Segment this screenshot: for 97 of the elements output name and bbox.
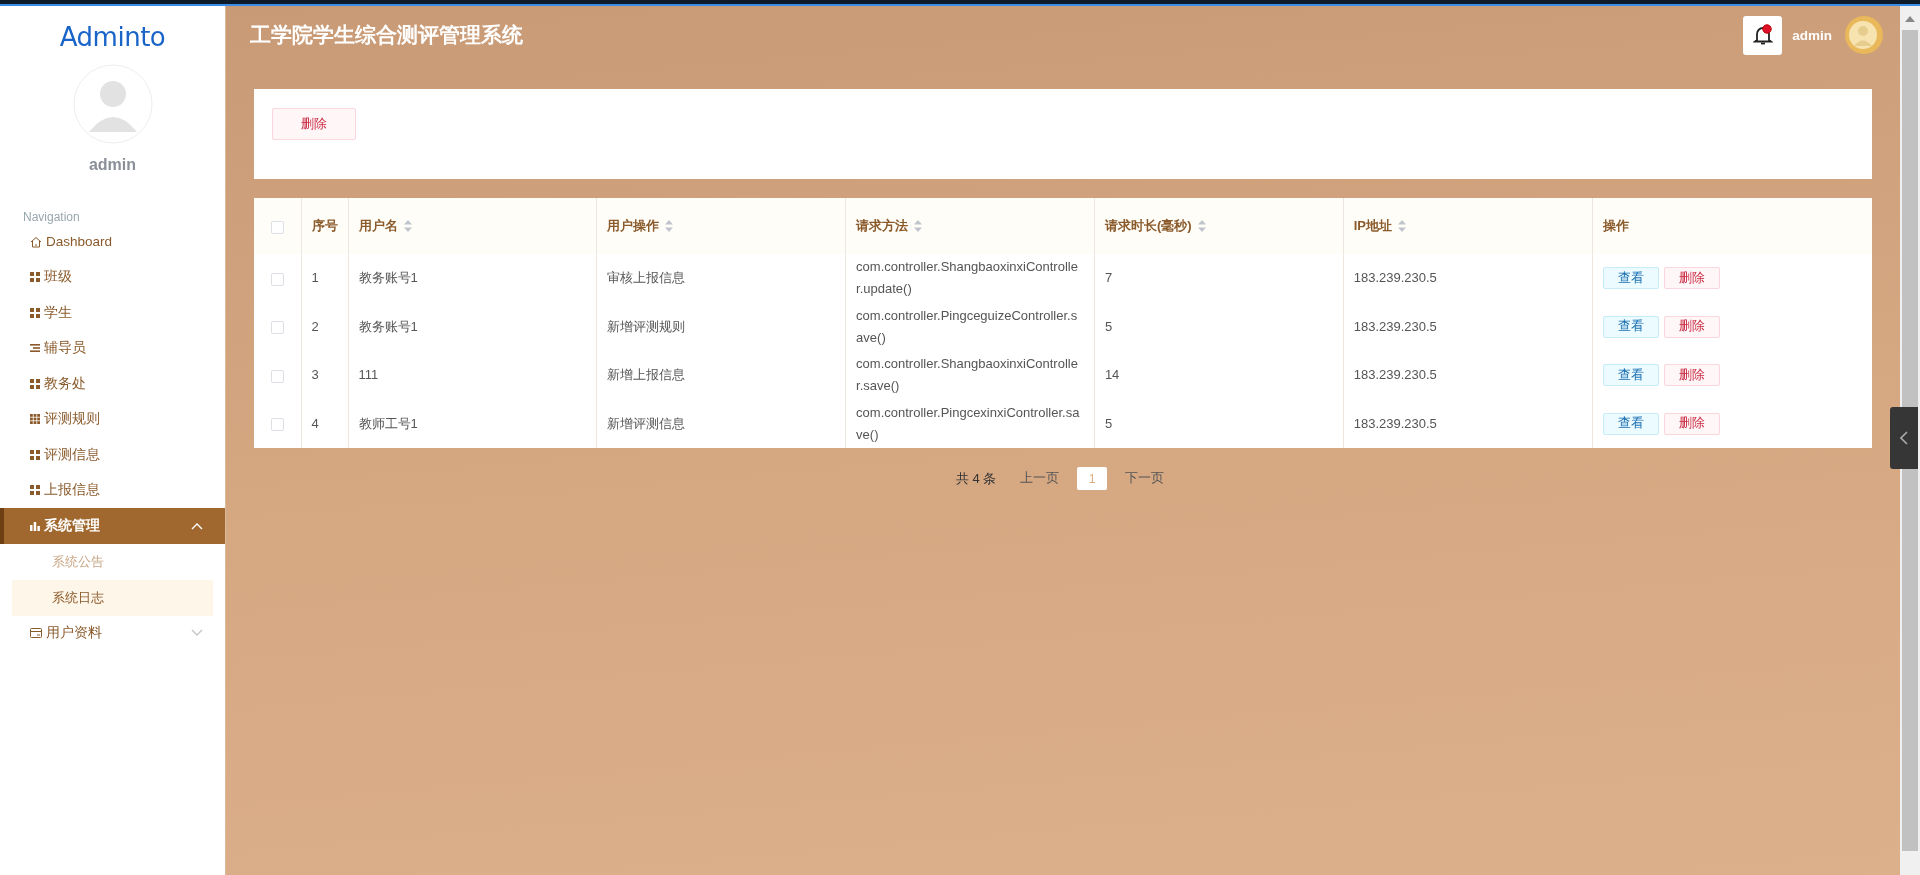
- table-cell-text: 新增评测信息: [607, 414, 686, 433]
- chevron-left-icon: [1900, 431, 1908, 445]
- nav-heading: Navigation: [23, 210, 80, 224]
- nav-label: 班级: [44, 268, 73, 287]
- table-cell-text: 183.239.230.5: [1353, 269, 1437, 288]
- scroll-up-icon[interactable]: [1905, 16, 1915, 22]
- user-name: admin: [88, 156, 137, 174]
- table-cell-text: com.controller.ShangbaoxinxiController.save(): [856, 355, 1079, 396]
- nav-label: 用户资料: [46, 624, 103, 643]
- nav-item[interactable]: 上报信息: [0, 472, 225, 508]
- nav-item[interactable]: 教务处: [0, 366, 225, 402]
- grid-icon: [30, 272, 40, 283]
- table-cell-text: 2: [311, 317, 319, 336]
- card-icon: [30, 628, 42, 639]
- table-cell-text: 5: [1104, 317, 1113, 336]
- app-title: 工学院学生综合测评管理系统: [250, 21, 523, 49]
- column-header: 请求时长(毫秒): [1104, 217, 1192, 235]
- nav-item[interactable]: 班级: [0, 259, 225, 295]
- table-cell-text: 14: [1104, 366, 1120, 385]
- nav-label: 系统管理: [44, 516, 101, 535]
- delete-button[interactable]: 删除: [1663, 315, 1720, 338]
- nav-item[interactable]: 系统管理: [0, 508, 225, 544]
- notification-button[interactable]: [1743, 15, 1783, 55]
- nav-label: 学生: [44, 303, 73, 322]
- nav-label: 上报信息: [44, 481, 101, 500]
- checkbox[interactable]: [270, 321, 284, 335]
- delete-button[interactable]: 删除: [1663, 412, 1720, 435]
- table-cell-text: 教务账号1: [358, 317, 418, 336]
- column-header: 用户名: [358, 217, 398, 235]
- panel-toggle-button[interactable]: [1890, 407, 1918, 469]
- nav-label: Dashboard: [46, 234, 114, 250]
- table-cell-text: 新增上报信息: [607, 366, 686, 385]
- column-header: 请求方法: [856, 217, 909, 235]
- checkbox[interactable]: [270, 418, 284, 432]
- avatar-icon[interactable]: [1844, 15, 1884, 55]
- prev-page-button[interactable]: 上一页: [1014, 470, 1066, 487]
- table-cell-text: com.controller.PingceguizeController.save(): [856, 306, 1079, 347]
- sort-icon[interactable]: [914, 220, 923, 232]
- sort-icon[interactable]: [1398, 220, 1406, 232]
- table-cell-text: com.controller.ShangbaoxinxiController.update(): [856, 258, 1079, 299]
- view-button[interactable]: 查看: [1602, 412, 1659, 435]
- view-button[interactable]: 查看: [1602, 267, 1659, 290]
- bar-chart-icon: [30, 520, 40, 531]
- grid-icon: [30, 307, 40, 318]
- nav-item[interactable]: 用户资料: [0, 615, 225, 651]
- checkbox[interactable]: [270, 272, 284, 286]
- table-cell-text: 3: [311, 366, 319, 385]
- scrollbar[interactable]: [1900, 6, 1920, 875]
- column-header: 操作: [1602, 217, 1629, 235]
- table-cell-text: 5: [1104, 414, 1113, 433]
- table-cell-text: 183.239.230.5: [1353, 317, 1437, 336]
- sort-icon[interactable]: [665, 220, 674, 232]
- grid-icon: [30, 414, 40, 425]
- grid-icon: [30, 485, 40, 496]
- avatar-icon: [72, 64, 153, 144]
- nav-label: 教务处: [44, 374, 87, 393]
- column-header: IP地址: [1353, 217, 1392, 235]
- bell-icon: [1752, 24, 1773, 46]
- nav-item[interactable]: 评测信息: [0, 437, 225, 473]
- delete-button[interactable]: 删除: [272, 108, 356, 140]
- next-page-button[interactable]: 下一页: [1119, 470, 1171, 487]
- table-cell-text: 审核上报信息: [607, 269, 686, 288]
- table-cell-text: com.controller.PingcexinxiController.save(): [856, 403, 1081, 444]
- list-icon: [30, 343, 40, 354]
- delete-button[interactable]: 删除: [1663, 267, 1720, 290]
- sort-icon[interactable]: [1197, 220, 1206, 232]
- checkbox[interactable]: [270, 220, 284, 234]
- nav-item[interactable]: Dashboard: [0, 224, 225, 260]
- grid-icon: [30, 449, 40, 460]
- delete-button[interactable]: 删除: [1663, 364, 1720, 387]
- sort-icon[interactable]: [403, 220, 412, 232]
- table-cell-text: 教务账号1: [358, 269, 418, 288]
- table-cell-text: 7: [1104, 269, 1113, 288]
- grid-icon: [30, 378, 40, 389]
- view-button[interactable]: 查看: [1602, 364, 1659, 387]
- nav-item[interactable]: 学生: [0, 295, 225, 331]
- nav-label: 评测信息: [44, 445, 101, 464]
- home-icon: [30, 235, 42, 248]
- table-cell-text: 183.239.230.5: [1353, 414, 1437, 433]
- logo: Adminto: [59, 22, 166, 52]
- table-cell-text: 教师工号1: [358, 414, 418, 433]
- column-header: 序号: [311, 217, 338, 235]
- table-cell-text: 1: [311, 269, 319, 288]
- nav-label: 辅导员: [44, 339, 87, 358]
- table-cell-text: 111: [358, 366, 379, 385]
- table-cell-text: 4: [311, 414, 319, 433]
- table-cell-text: 新增评测规则: [607, 317, 686, 336]
- nav-item[interactable]: 评测规则: [0, 401, 225, 437]
- total-count: 共 4 条: [955, 469, 997, 488]
- table-cell-text: 183.239.230.5: [1353, 366, 1437, 385]
- checkbox[interactable]: [270, 369, 284, 383]
- view-button[interactable]: 查看: [1602, 315, 1659, 338]
- nav-item[interactable]: 辅导员: [0, 330, 225, 366]
- user-name: admin: [1792, 27, 1832, 43]
- submenu-item[interactable]: 系统日志: [12, 579, 213, 616]
- column-header: 用户操作: [607, 217, 660, 235]
- nav-label: 评测规则: [44, 410, 101, 429]
